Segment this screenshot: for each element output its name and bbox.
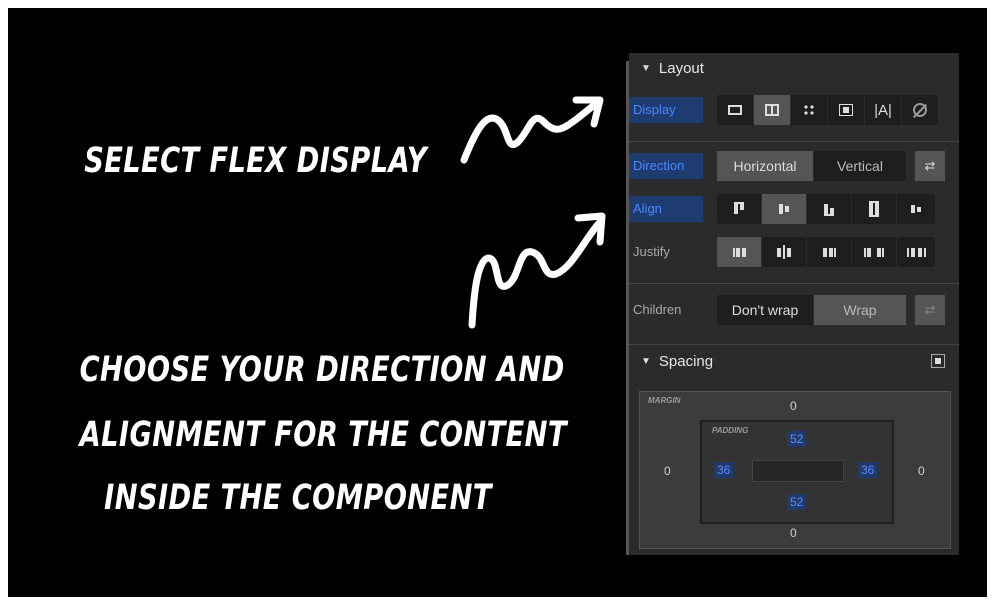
inline-icon: |A| — [874, 101, 892, 119]
margin-left-value[interactable]: 0 — [664, 464, 671, 478]
align-start-icon — [734, 202, 744, 216]
align-center-button[interactable] — [762, 194, 807, 224]
collapse-triangle-icon[interactable]: ▼ — [641, 63, 651, 74]
padding-top-value[interactable]: 52 — [787, 431, 807, 447]
margin-top-value[interactable]: 0 — [790, 399, 797, 413]
justify-label: Justify — [633, 244, 670, 259]
margin-right-value[interactable]: 0 — [918, 464, 925, 478]
reverse-direction-icon[interactable]: ⇄ — [915, 151, 946, 181]
divider — [629, 141, 959, 142]
spacing-section-title: Spacing — [658, 352, 714, 370]
align-center-icon — [779, 204, 789, 214]
display-grid-button[interactable] — [791, 95, 828, 125]
align-baseline-button[interactable] — [897, 194, 935, 224]
caption-choose-line-1: CHOOSE YOUR DIRECTION AND — [79, 350, 565, 390]
style-panel: ▼ Layout Display |A| Direction Horizonta… — [626, 53, 959, 555]
display-inline-block-button[interactable] — [828, 95, 865, 125]
squiggle-arrow-icon — [468, 212, 606, 329]
align-stretch-icon — [869, 201, 879, 217]
grid-icon — [803, 104, 815, 116]
direction-label: Direction — [629, 153, 703, 179]
justify-row: Justify — [629, 233, 959, 271]
justify-space-around-icon — [906, 247, 926, 257]
justify-end-icon — [822, 247, 836, 257]
align-options — [717, 194, 935, 224]
content-box — [752, 460, 844, 482]
padding-right-value[interactable]: 36 — [858, 462, 878, 478]
children-label: Children — [633, 302, 682, 317]
margin-tag: MARGIN — [648, 396, 681, 405]
align-end-icon — [824, 202, 834, 216]
justify-center-icon — [777, 245, 791, 259]
display-block-button[interactable] — [717, 95, 754, 125]
align-stretch-button[interactable] — [852, 194, 897, 224]
justify-space-around-button[interactable] — [897, 237, 935, 267]
display-options: |A| — [717, 95, 938, 125]
direction-row: Direction Horizontal Vertical ⇄ — [629, 147, 959, 185]
spacing-toggle-icon[interactable] — [931, 354, 945, 368]
layout-section-title: Layout — [658, 59, 704, 77]
justify-center-button[interactable] — [762, 237, 807, 267]
direction-reverse: ⇄ — [915, 151, 946, 181]
align-baseline-icon — [911, 205, 921, 213]
padding-tag: PADDING — [712, 426, 749, 435]
padding-left-value[interactable]: 36 — [714, 462, 734, 478]
align-end-button[interactable] — [807, 194, 852, 224]
justify-space-between-button[interactable] — [852, 237, 897, 267]
direction-horizontal-button[interactable]: Horizontal — [717, 151, 814, 181]
align-start-button[interactable] — [717, 194, 762, 224]
caption-choose-line-3: INSIDE THE COMPONENT — [104, 478, 492, 518]
children-dont-wrap-button[interactable]: Don't wrap — [717, 295, 814, 325]
children-row: Children Don't wrap Wrap ⇄ — [629, 291, 959, 329]
reverse-wrap-icon[interactable]: ⇄ — [915, 295, 946, 325]
slide-background: SELECT FLEX DISPLAY CHOOSE YOUR DIRECTIO… — [8, 8, 987, 597]
caption-select-flex: SELECT FLEX DISPLAY — [84, 141, 428, 181]
inline-block-icon — [839, 104, 853, 116]
caption-choose-line-2: ALIGNMENT FOR THE CONTENT — [79, 415, 567, 455]
justify-end-button[interactable] — [807, 237, 852, 267]
display-row: Display |A| — [629, 91, 959, 129]
justify-start-button[interactable] — [717, 237, 762, 267]
children-reverse: ⇄ — [915, 295, 946, 325]
margin-bottom-value[interactable]: 0 — [790, 526, 797, 540]
justify-space-between-icon — [864, 247, 884, 257]
children-wrap-options: Don't wrap Wrap — [717, 295, 907, 325]
layout-section-header[interactable]: ▼ Layout — [629, 53, 959, 83]
direction-options: Horizontal Vertical — [717, 151, 907, 181]
justify-options — [717, 237, 935, 267]
justify-start-icon — [732, 247, 746, 257]
spacing-section-header[interactable]: ▼ Spacing — [629, 344, 959, 377]
block-icon — [728, 105, 742, 115]
direction-vertical-button[interactable]: Vertical — [814, 151, 907, 181]
margin-box: MARGIN 0 0 0 0 PADDING 52 36 36 52 — [639, 391, 951, 549]
display-none-button[interactable] — [902, 95, 938, 125]
flex-icon — [765, 104, 779, 116]
align-label: Align — [629, 196, 703, 222]
squiggle-arrow-icon — [460, 96, 604, 164]
display-flex-button[interactable] — [754, 95, 791, 125]
padding-bottom-value[interactable]: 52 — [787, 494, 807, 510]
collapse-triangle-icon[interactable]: ▼ — [641, 356, 651, 367]
padding-box: PADDING 52 36 36 52 — [700, 420, 894, 524]
none-icon — [913, 103, 927, 117]
divider — [629, 283, 959, 284]
display-label: Display — [629, 97, 703, 123]
children-wrap-button[interactable]: Wrap — [814, 295, 907, 325]
align-row: Align — [629, 190, 959, 228]
display-inline-button[interactable]: |A| — [865, 95, 902, 125]
